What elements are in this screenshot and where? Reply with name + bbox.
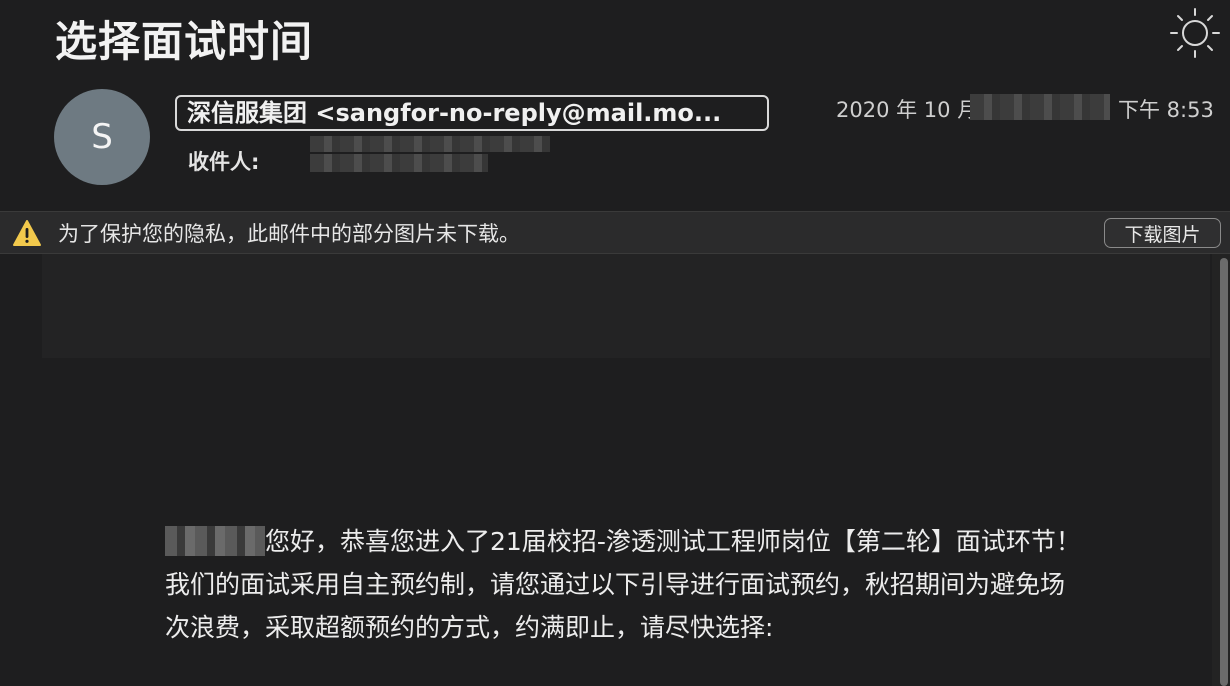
recipient-redacted [310,136,550,152]
date-redacted [970,94,1110,120]
email-subject: 选择面试时间 [55,17,314,66]
sender-avatar: S [54,89,150,185]
scrollbar-thumb[interactable] [1220,258,1228,686]
recipient-redacted-2 [310,154,488,172]
email-viewer: 选择面试时间 S 深信服集团 <sangfor-no-reply@mail.mo… [0,0,1230,686]
email-body: 您好，恭喜您进入了21届校招-渗透测试工程师岗位【第二轮】面试环节！ 我们的面试… [165,520,1085,649]
privacy-message: 为了保护您的隐私，此邮件中的部分图片未下载。 [58,222,520,246]
body-paragraph-1: 您好，恭喜您进入了21届校招-渗透测试工程师岗位【第二轮】面试环节！ [165,520,1085,563]
body-paragraph-2: 我们的面试采用自主预约制，请您通过以下引导进行面试预约，秋招期间为避免场次浪费，… [165,570,1066,642]
name-redacted [165,526,265,556]
download-images-button[interactable]: 下载图片 [1104,218,1221,248]
warning-icon [13,220,41,246]
time-label: 下午 8:53 [1118,98,1214,122]
greeting-text: 您好，恭喜您进入了21届校招-渗透测试工程师岗位【第二轮】面试环节！ [265,527,1081,556]
blocked-image-area [42,254,1210,358]
privacy-banner: 为了保护您的隐私，此邮件中的部分图片未下载。 下载图片 [0,211,1230,254]
sender-address[interactable]: 深信服集团 <sangfor-no-reply@mail.mo... [175,95,769,131]
recipient-label: 收件人: [188,150,260,174]
sun-icon[interactable] [1168,6,1222,60]
date-label: 2020 年 10 月 [836,98,979,122]
